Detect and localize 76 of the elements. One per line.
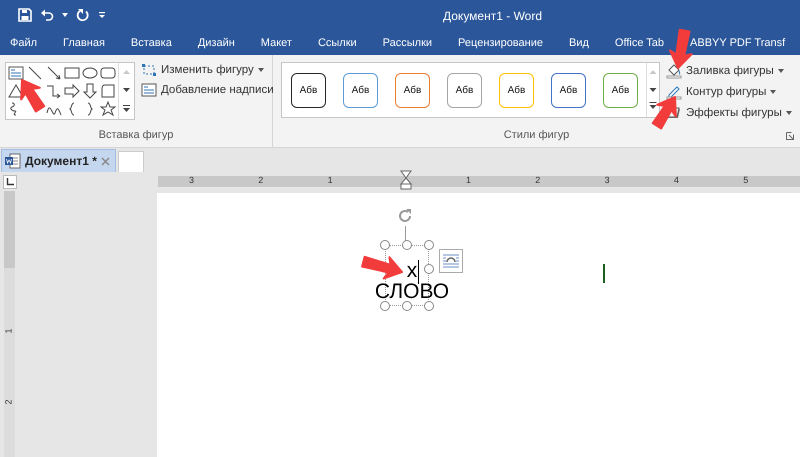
save-icon[interactable] (18, 8, 32, 22)
ruler-number: 4 (674, 175, 679, 185)
snip-shape-icon[interactable] (100, 83, 116, 99)
style-sample[interactable]: Абв (395, 72, 430, 108)
annotation-arrow (20, 79, 46, 112)
more-icon[interactable] (647, 99, 659, 109)
tab-stop-button[interactable] (3, 174, 17, 188)
annotation-arrow (652, 96, 677, 130)
ruler-number: 5 (743, 175, 748, 185)
elbow-arrow-icon[interactable] (46, 83, 62, 99)
ribbon-tab[interactable]: Дизайн (198, 34, 235, 52)
resize-handle[interactable] (424, 240, 434, 250)
ribbon-tab[interactable]: ABBYY PDF Transf (690, 34, 786, 52)
textbox-icon[interactable] (8, 65, 24, 81)
paint-bucket-icon (666, 63, 682, 79)
ribbon-tab[interactable]: Рецензирование (458, 34, 543, 52)
window-title: Документ1 - Word (443, 9, 542, 23)
oval-icon[interactable] (82, 65, 98, 81)
style-sample[interactable]: Абв (343, 72, 378, 108)
ribbon-tab[interactable]: Office Tab (614, 34, 664, 52)
textbox-icon (141, 83, 157, 97)
shape-text: СЛОВО (374, 283, 450, 300)
line-icon[interactable] (27, 65, 43, 81)
ruler-number: 2 (4, 400, 14, 404)
ribbon-tab[interactable]: Файл (10, 34, 38, 52)
group-label: Стили фигур (504, 129, 570, 143)
resize-handle[interactable] (424, 301, 434, 311)
edit-shape-icon (141, 63, 157, 77)
ribbon-tab[interactable]: Ссылки (318, 34, 357, 52)
style-sample[interactable]: Абв (499, 72, 534, 108)
annotation-arrow (361, 256, 403, 280)
ruler-number: 3 (189, 175, 194, 185)
ribbon-tab[interactable]: Вид (569, 34, 589, 52)
redo-icon[interactable] (76, 8, 90, 22)
ruler-number: 2 (258, 175, 264, 185)
resize-handle[interactable] (380, 301, 390, 311)
group-label: Вставка фигур (98, 129, 174, 143)
style-sample[interactable]: Абв (603, 72, 638, 108)
indent-marker-icon[interactable] (400, 170, 412, 190)
shapes-gallery[interactable] (5, 62, 135, 120)
rotate-handle-icon[interactable] (396, 207, 414, 225)
customize-icon[interactable] (98, 11, 106, 19)
dialog-launcher-icon[interactable] (786, 132, 794, 140)
ruler-number: 3 (604, 175, 610, 185)
rectangle-icon[interactable] (64, 65, 80, 81)
ribbon-tab[interactable]: Главная (63, 34, 105, 52)
shape-styles-gallery[interactable]: Абв Абв Абв Абв Абв Абв Абв (281, 62, 660, 118)
document-tab[interactable]: Документ1 * (1, 149, 116, 172)
ribbon-command[interactable]: Изменить фигуру (141, 63, 274, 77)
down-arrow-icon[interactable] (82, 83, 98, 99)
style-sample[interactable]: Абв (551, 72, 586, 108)
resize-handle[interactable] (424, 264, 434, 274)
style-sample[interactable]: Абв (447, 72, 482, 108)
arrow-line-icon[interactable] (46, 65, 62, 81)
caret-icon[interactable] (62, 13, 68, 17)
star-icon[interactable] (100, 101, 116, 117)
document-icon (5, 153, 21, 169)
ruler-number: 2 (535, 175, 540, 185)
ribbon-tab[interactable]: Макет (260, 34, 292, 52)
layout-options-icon[interactable] (439, 249, 463, 273)
resize-handle[interactable] (402, 301, 412, 311)
ruler-number: 1 (466, 175, 472, 185)
resize-handle[interactable] (380, 240, 390, 250)
undo-icon[interactable] (40, 8, 54, 22)
right-arrow-icon[interactable] (64, 83, 80, 99)
ribbon-tab[interactable]: Вставка (130, 34, 172, 52)
ribbon-command[interactable]: Заливка фигуры (666, 63, 792, 79)
style-sample[interactable]: Абв (291, 72, 326, 108)
ribbon-tab[interactable]: Рассылки (382, 34, 432, 52)
ruler-number: 1 (4, 328, 14, 334)
rounded-rectangle-icon[interactable] (100, 65, 116, 81)
ruler-number: 1 (328, 175, 333, 185)
ribbon-command[interactable]: Добавление надписи (141, 83, 274, 97)
shape-text: х (406, 259, 418, 283)
tab-stop-icon (6, 178, 14, 186)
resize-handle[interactable] (402, 240, 412, 250)
